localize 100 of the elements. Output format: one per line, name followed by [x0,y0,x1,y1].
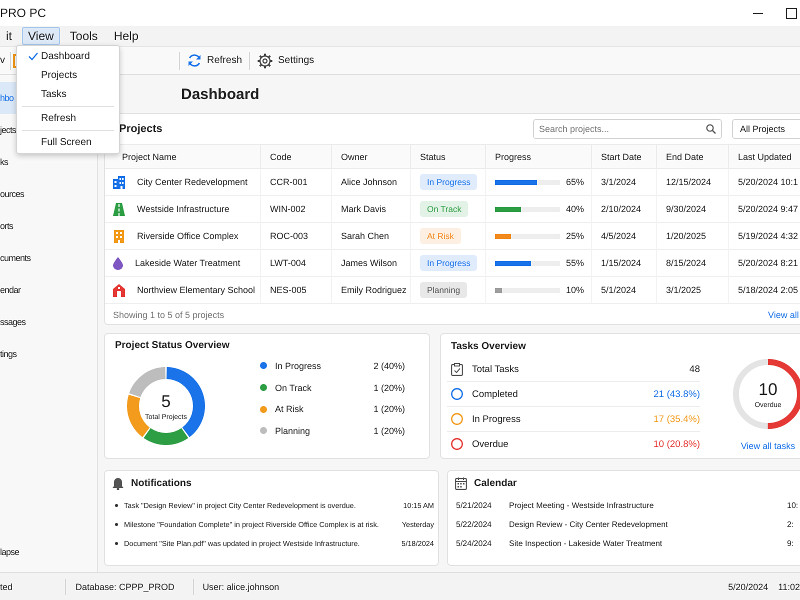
table-cell: 9/30/2024 [657,196,729,223]
card-title: Notifications [131,478,192,489]
status-badge: At Risk [420,228,461,244]
table-cell: 3/1/2025 [657,277,729,304]
table-cell: 4/5/2024 [592,223,657,250]
sidebar-item[interactable]: tings [0,338,89,370]
event-date: 5/24/2024 [456,539,493,548]
card-title: Tasks Overview [450,340,526,354]
column-header[interactable]: Progress [486,144,592,169]
task-count: 48 [689,364,700,374]
task-label: Overdue [472,438,510,450]
project-name[interactable]: Northview Elementary School [137,285,256,295]
task-label: Total Tasks [472,364,520,374]
progress-text: 25% [566,231,584,241]
building-icon [113,230,125,242]
table-cell: 12/15/2024 [657,169,729,196]
card-title: Project Status Overview [114,339,230,353]
house-icon [113,284,125,296]
filter-dropdown[interactable]: All Projects [732,119,800,139]
table-cell: 5/20/2024 8:21 [729,250,800,277]
column-header[interactable]: Project Name [105,144,261,169]
card-title: Calendar [474,478,517,489]
toolbar-label[interactable]: v [0,55,5,66]
window-title: PRO PC [0,6,48,20]
table-cell: 2/10/2024 [592,196,657,223]
table-cell: 5/1/2024 [592,277,657,304]
search-field[interactable]: Search projects... [533,119,722,139]
table-cell: 5/19/2024 4:32 [729,223,800,250]
menu-item[interactable]: View [22,27,60,45]
column-header[interactable]: Status [411,144,486,169]
refresh-button[interactable]: Refresh [183,51,246,70]
status-badge: In Progress [420,174,478,190]
maximize-icon[interactable] [786,8,797,18]
project-name[interactable]: Westside Infrastructure [137,204,230,214]
clipboard-icon [451,362,463,376]
column-header[interactable]: End Date [657,144,729,169]
refresh-icon [187,53,202,68]
overdue-count: 10 [758,380,778,400]
sidebar-item[interactable]: orts [0,210,89,242]
legend-value: 1 (20%) [373,382,405,393]
building-icon [113,176,125,188]
menu-item[interactable]: Dashboard [17,47,119,66]
table-cell: 5/18/2024 2:05 [729,277,800,304]
legend-value: 2 (40%) [373,360,405,371]
progress-text: 55% [566,258,584,268]
database-label: Database: CPPP_PROD [76,582,175,592]
table-cell: LWT-004 [261,250,332,277]
project-name[interactable]: Lakeside Water Treatment [135,258,240,268]
table-cell: Emily Rodriguez [332,277,411,304]
table-cell: 5/20/2024 9:47 [729,196,800,223]
project-name[interactable]: Riverside Office Complex [137,231,238,241]
menu-item[interactable]: Projects [17,66,119,85]
menu-item[interactable]: Refresh [17,109,119,128]
table-cell: 8/15/2024 [657,250,729,277]
table-cell: Mark Davis [332,196,411,223]
check-icon [28,52,41,61]
sidebar-item[interactable]: ources [0,178,89,210]
view-all-link[interactable]: View all tasks [740,441,796,451]
project-name[interactable]: City Center Redevelopment [137,177,248,187]
menu-item[interactable]: it [0,27,18,45]
road-icon [113,202,125,216]
status-date: 5/20/2024 [728,582,768,592]
status-badge: On Track [420,201,468,217]
search-icon [706,124,716,134]
progress-text: 65% [566,177,584,187]
view-all-link[interactable]: View all [768,310,800,320]
menu-item[interactable]: Help [108,27,144,45]
table-cell: Sarah Chen [332,223,411,250]
search-input[interactable]: Search projects... [539,124,706,134]
progress-text: 40% [566,204,584,214]
table-cell: WIN-002 [261,196,332,223]
page-title: Dashboard [180,85,260,105]
task-label: In Progress [472,414,522,424]
event-title[interactable]: Site Inspection - Lakeside Water Treatment [509,539,787,548]
bullet-icon [115,542,118,545]
column-header[interactable]: Code [261,144,332,169]
sidebar-item[interactable]: cuments [0,242,89,274]
legend-label: Planning [275,426,312,436]
collapse-button[interactable]: lapse [0,536,89,568]
table-cell: NES-005 [261,277,332,304]
column-header[interactable]: Last Updated [729,144,800,169]
bullet-icon [115,523,118,526]
table-cell: James Wilson [332,250,411,277]
column-header[interactable]: Owner [332,144,411,169]
sidebar-item[interactable]: ssages [0,306,89,338]
bullet-icon [115,504,118,507]
column-header[interactable]: Start Date [592,144,657,169]
menu-item[interactable]: Tools [64,27,104,45]
menu-item[interactable]: Tasks [17,85,119,104]
total-count: 5 [161,392,171,412]
sidebar-item[interactable]: endar [0,274,89,306]
event-time: 2: [787,520,795,529]
settings-button[interactable]: Settings [253,50,318,70]
status-time: 11:02 [778,582,800,592]
legend-label: At Risk [275,404,305,414]
event-title[interactable]: Project Meeting - Westside Infrastructure [509,501,787,510]
pagination-text: Showing 1 to 5 of 5 projects [113,310,226,320]
status-badge: In Progress [420,255,478,271]
table-cell: Alice Johnson [332,169,411,196]
event-title[interactable]: Design Review - City Center Redevelopment [509,520,787,529]
